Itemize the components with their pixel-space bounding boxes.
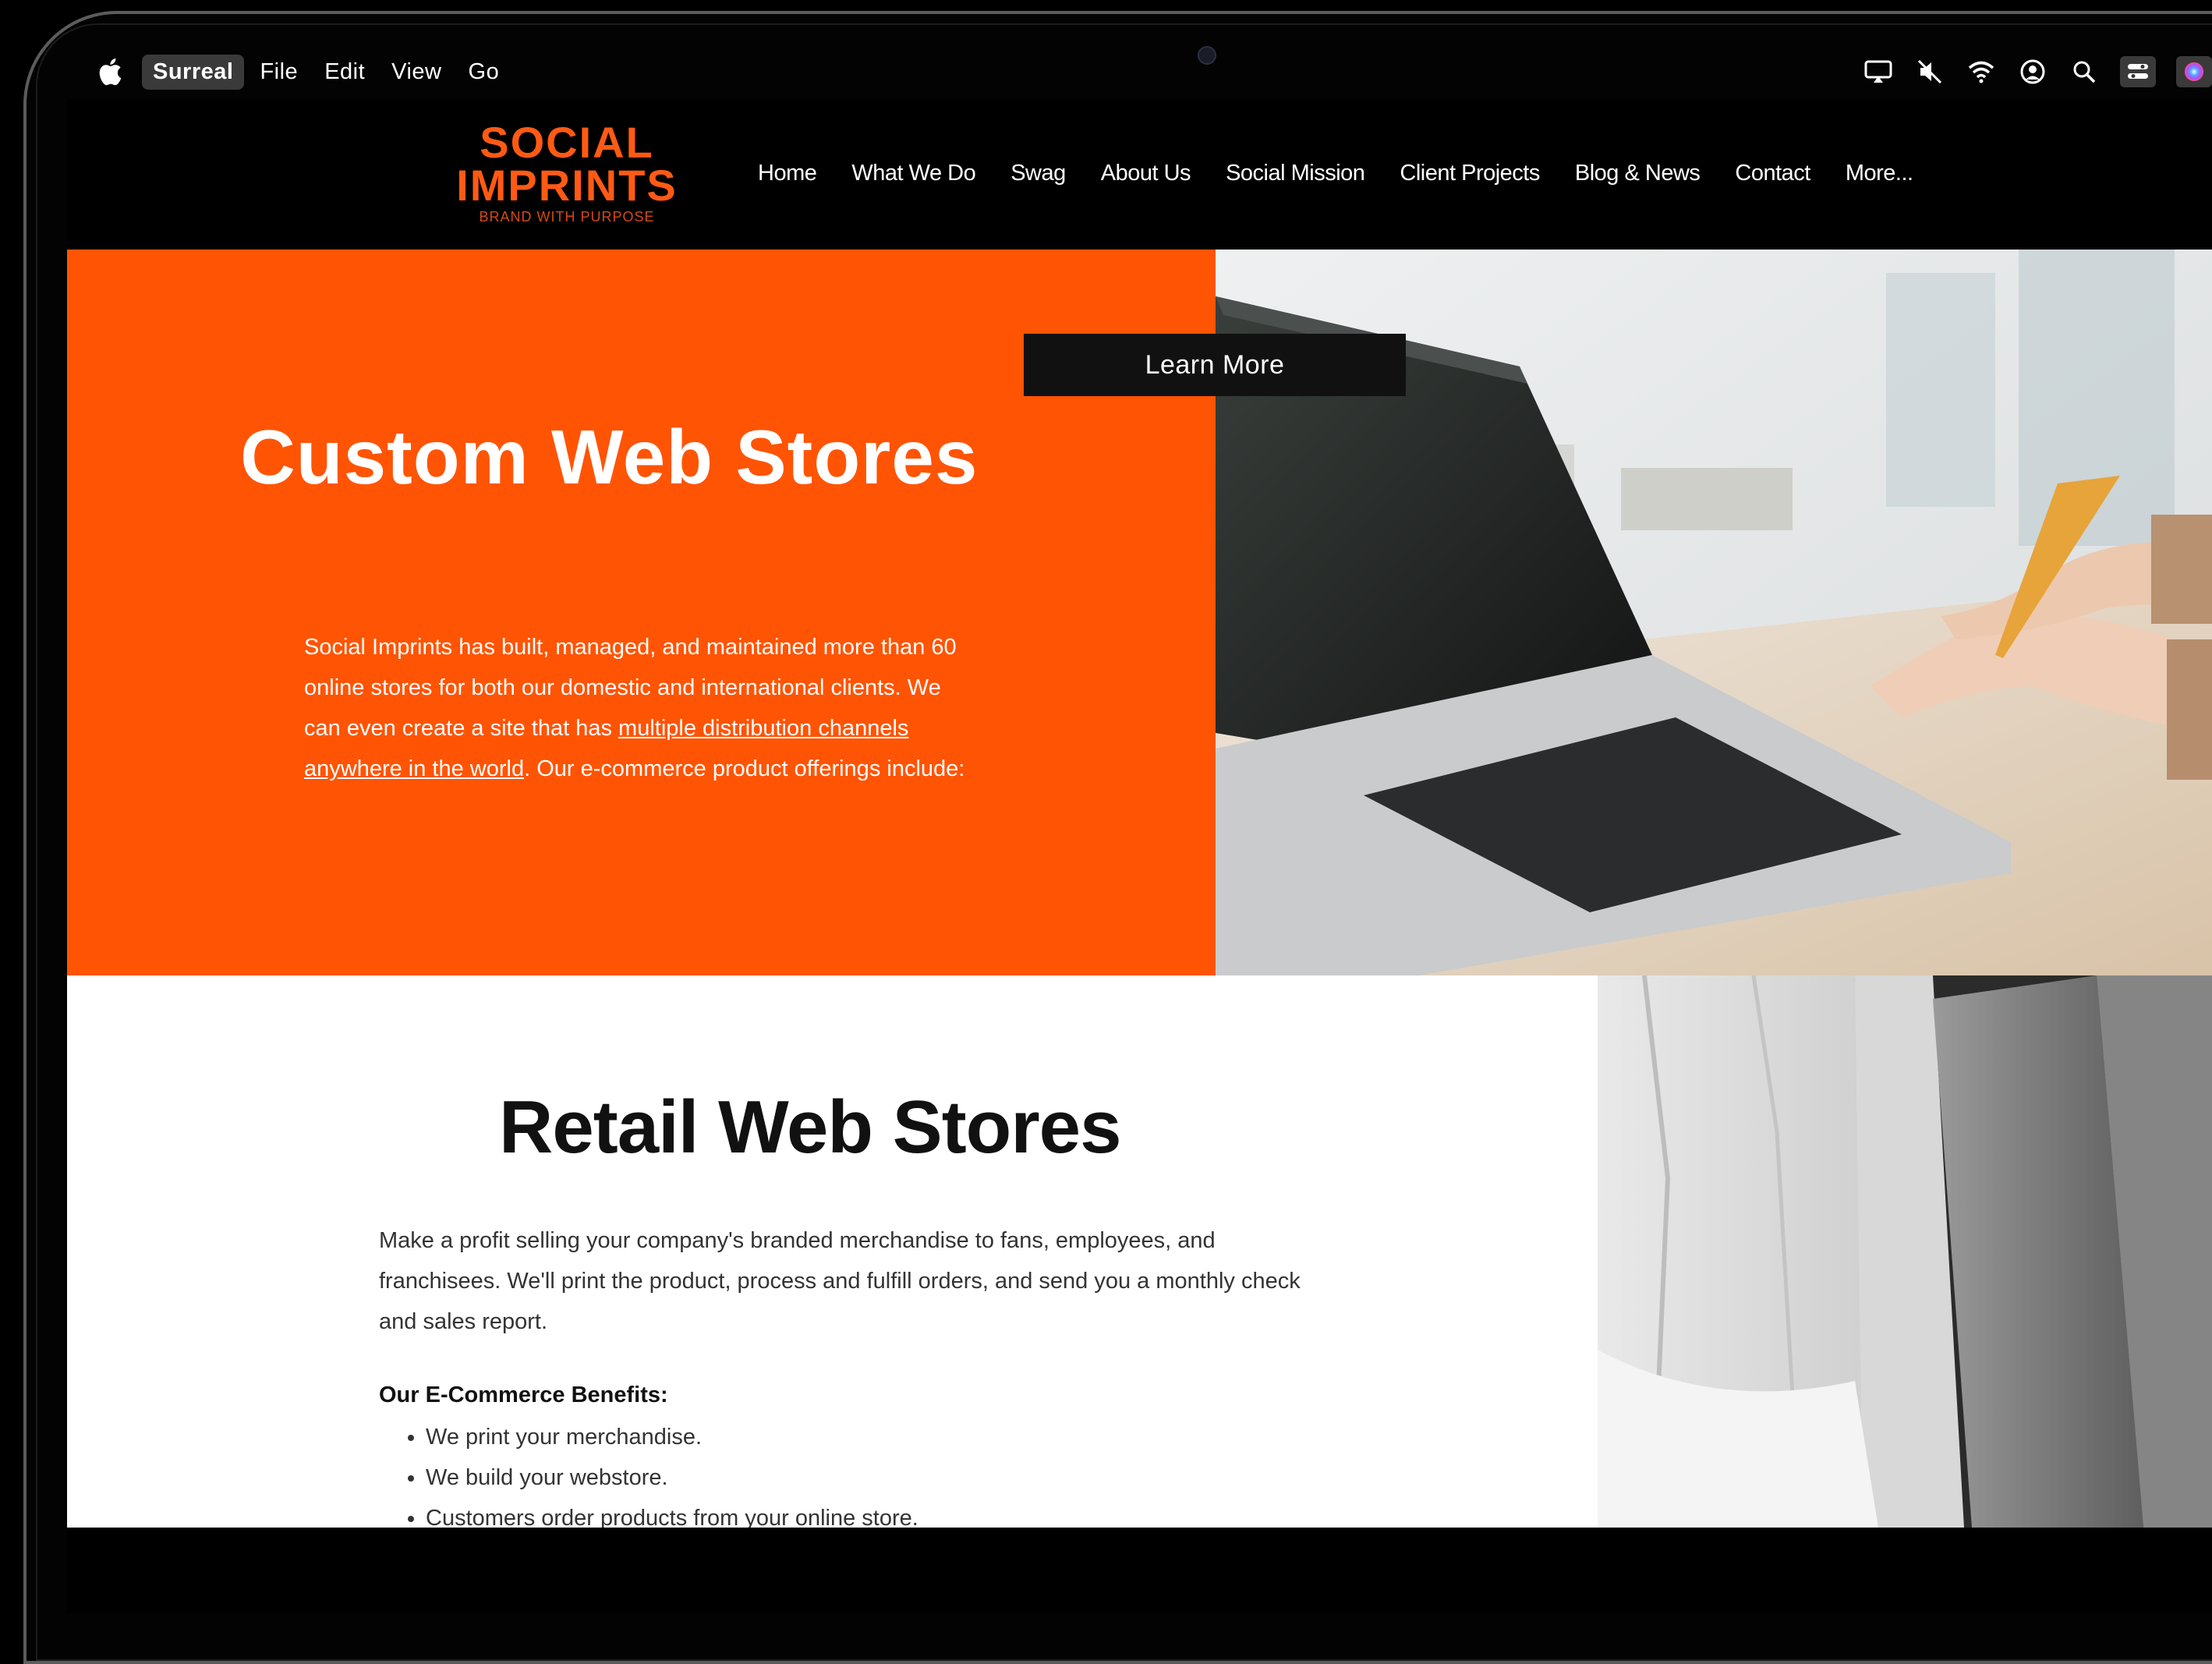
nav-what-we-do[interactable]: What We Do	[851, 161, 975, 186]
nav-client-projects[interactable]: Client Projects	[1400, 161, 1540, 186]
logo-tagline: BRAND WITH PURPOSE	[479, 208, 655, 225]
status-icons	[1842, 45, 2212, 98]
wifi-icon[interactable]	[1966, 56, 1997, 87]
list-item: We build your webstore.	[426, 1457, 918, 1498]
mute-icon[interactable]	[1914, 56, 1945, 87]
siri-icon[interactable]	[2176, 56, 2212, 87]
learn-more-button[interactable]: Learn More	[1024, 334, 1406, 396]
nav-social-mission[interactable]: Social Mission	[1226, 161, 1365, 186]
apple-icon[interactable]	[95, 56, 123, 87]
search-icon[interactable]	[2069, 56, 2100, 87]
display-icon[interactable]	[1863, 56, 1894, 87]
screen-bottom-edge	[67, 1528, 2212, 1613]
nav-swag[interactable]: Swag	[1010, 161, 1066, 186]
list-item: We print your merchandise.	[426, 1417, 918, 1457]
site-logo[interactable]: SOCIAL IMPRINTS BRAND WITH PURPOSE	[438, 118, 695, 225]
retail-description: Make a profit selling your company's bra…	[379, 1228, 1301, 1334]
hero-text-after: . Our e-commerce product offerings inclu…	[524, 756, 965, 781]
nav-blog-news[interactable]: Blog & News	[1575, 161, 1701, 186]
hero-description: Social Imprints has built, managed, and …	[304, 627, 975, 789]
nav-home[interactable]: Home	[758, 161, 817, 186]
list-item: Customers order products from your onlin…	[426, 1498, 918, 1528]
menu-edit[interactable]: Edit	[313, 55, 376, 90]
nav-contact[interactable]: Contact	[1735, 161, 1810, 186]
menu-file[interactable]: File	[249, 55, 309, 90]
menu-go[interactable]: Go	[458, 55, 511, 90]
hero-title: Custom Web Stores	[240, 414, 979, 500]
menu-bar: Surreal File Edit View Go	[67, 45, 2212, 98]
logo-line-2: IMPRINTS	[456, 160, 678, 210]
control-center-icon[interactable]	[2120, 56, 2156, 87]
nav-about-us[interactable]: About Us	[1101, 161, 1191, 186]
clothes-photo	[1598, 975, 2212, 1528]
site-header: SOCIAL IMPRINTS BRAND WITH PURPOSE Home …	[67, 98, 2212, 248]
user-icon[interactable]	[2017, 56, 2048, 87]
logo-line-1: SOCIAL	[480, 118, 654, 167]
menu-view[interactable]: View	[380, 55, 452, 90]
nav-more[interactable]: More...	[1846, 161, 1913, 186]
menu-app-name[interactable]: Surreal	[142, 54, 245, 90]
retail-section: Retail Web Stores Make a profit selling …	[67, 975, 1598, 1528]
retail-title: Retail Web Stores	[499, 1085, 1121, 1169]
benefits-list: We print your merchandise. We build your…	[402, 1417, 918, 1528]
benefits-title: Our E-Commerce Benefits:	[379, 1383, 668, 1407]
main-nav: Home What We Do Swag About Us Social Mis…	[758, 161, 1948, 186]
